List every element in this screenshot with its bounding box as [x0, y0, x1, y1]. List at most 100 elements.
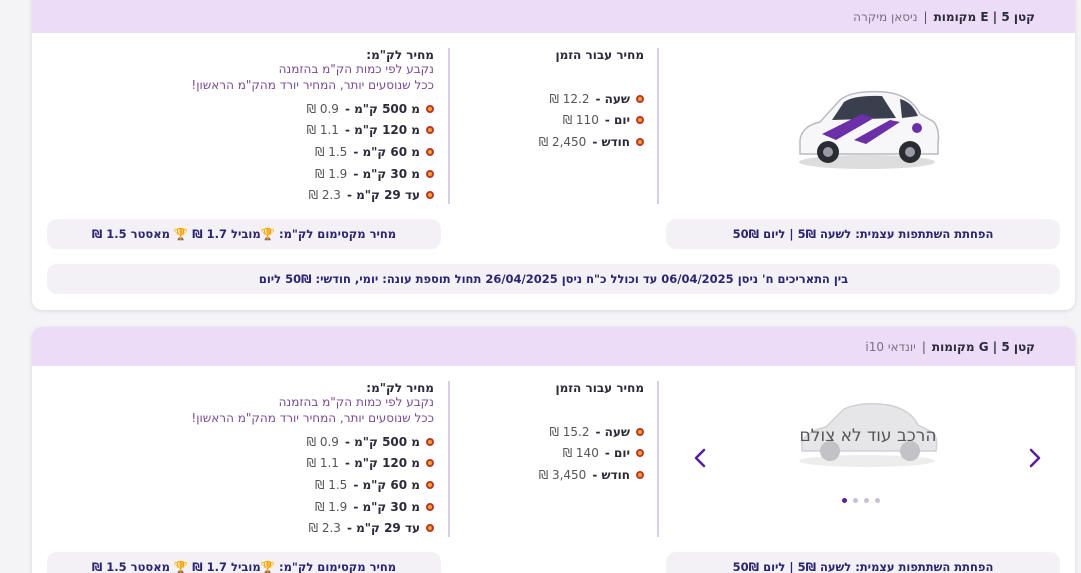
divider [657, 381, 659, 537]
bullet-icon [426, 126, 434, 135]
price-label: עד 29 ק"מ - [346, 521, 420, 536]
km-price-section: מחיר לק"מ: נקבע לפי כמות הק"מ בהזמנה ככל… [46, 48, 434, 206]
price-label: חודש - [592, 134, 630, 149]
bullet-icon [426, 147, 434, 156]
price-label: מ 120 ק"מ - [344, 123, 420, 138]
time-price-title: מחיר עבור הזמן [555, 381, 644, 395]
header-separator: | [923, 9, 928, 24]
bullet-icon [636, 116, 644, 125]
car-card-2: קטן 5 | G מקומות | יונדאי i10 הרכב עוד ל… [32, 327, 1075, 573]
km-price-row: מ 120 ק"מ - 1.1 ₪ [46, 453, 434, 475]
discount-pill: הפחתת השתתפות עצמית: לשעה 5₪ | ליום 50₪ [666, 552, 1060, 573]
price-value: 1.9 ₪ [314, 166, 348, 181]
price-value: 1.5 ₪ [314, 144, 348, 159]
price-value: 140 ₪ [562, 446, 599, 461]
car-model: יונדאי i10 [865, 339, 916, 354]
bullet-icon [426, 104, 434, 113]
time-price-month: חודש - 3,450 ₪ [452, 464, 644, 486]
price-label: מ 500 ק"מ - [344, 101, 420, 116]
price-value: 1.5 ₪ [314, 477, 348, 492]
car-model: ניסאן מיקרה [853, 9, 918, 24]
price-value: 0.9 ₪ [306, 101, 339, 116]
km-price-list: מ 500 ק"מ - 0.9 ₪ מ 120 ק"מ - 1.1 ₪ מ 60 ק… [46, 431, 434, 539]
time-price-title: מחיר עבור הזמן [555, 48, 644, 62]
price-label: עד 29 ק"מ - [346, 188, 420, 203]
chevron-left-icon[interactable] [690, 444, 710, 472]
km-price-desc: נקבע לפי כמות הק"מ בהזמנה [278, 62, 434, 76]
time-price-hour: שעה - 12.2 ₪ [452, 88, 644, 110]
km-price-row: מ 500 ק"מ - 0.9 ₪ [46, 431, 434, 453]
bullet-icon [636, 470, 644, 479]
image-unavailable-text: הרכב עוד לא צולם [799, 426, 937, 446]
km-price-desc: נקבע לפי כמות הק"מ בהזמנה [278, 395, 434, 409]
bullet-icon [636, 94, 644, 103]
km-price-row: עד 29 ק"מ - 2.3 ₪ [46, 517, 434, 539]
price-value: 2.3 ₪ [308, 188, 341, 203]
price-label: מ 60 ק"מ - [353, 144, 420, 159]
km-price-row: עד 29 ק"מ - 2.3 ₪ [46, 184, 434, 206]
km-price-row: מ 500 ק"מ - 0.9 ₪ [46, 98, 434, 120]
time-price-day: יום - 110 ₪ [452, 110, 644, 132]
carousel-dot[interactable] [864, 498, 869, 503]
bullet-icon [426, 502, 434, 511]
price-value: 0.9 ₪ [306, 434, 339, 449]
km-price-section: מחיר לק"מ: נקבע לפי כמות הק"מ בהזמנה ככל… [46, 381, 434, 539]
divider [657, 48, 659, 204]
price-value: 1.1 ₪ [306, 456, 339, 471]
price-value: 2,450 ₪ [538, 134, 587, 149]
price-value: 3,450 ₪ [538, 467, 587, 482]
time-price-day: יום - 140 ₪ [452, 443, 644, 465]
season-notice-pill: בין התאריכים ח' ניסן 06/04/2025 עד וכולל… [47, 264, 1060, 294]
card-body: הרכב עוד לא צולם מחיר עבור הזמן שעה - 15… [32, 366, 1075, 546]
price-label: מ 500 ק"מ - [344, 434, 420, 449]
car-class-title: קטן 5 | E מקומות [933, 9, 1035, 24]
km-price-desc: ככל שנוסעים יותר, המחיר יורד מהק"מ הראשו… [191, 410, 434, 425]
car-photo [799, 90, 940, 169]
carousel-dot[interactable] [853, 498, 858, 503]
price-value: 1.1 ₪ [306, 123, 339, 138]
price-label: מ 30 ק"מ - [353, 499, 420, 514]
km-price-desc: ככל שנוסעים יותר, המחיר יורד מהק"מ הראשו… [191, 77, 434, 92]
carousel-dot[interactable] [842, 498, 847, 503]
km-price-row: מ 60 ק"מ - 1.5 ₪ [46, 141, 434, 163]
bullet-icon [426, 524, 434, 533]
time-price-hour: שעה - 15.2 ₪ [452, 421, 644, 443]
km-price-list: מ 500 ק"מ - 0.9 ₪ מ 120 ק"מ - 1.1 ₪ מ 60 ק… [46, 98, 434, 206]
price-label: שעה - [595, 424, 631, 439]
price-value: 1.9 ₪ [314, 499, 348, 514]
price-label: יום - [604, 113, 630, 128]
km-price-title: מחיר לק"מ: [366, 381, 434, 395]
max-price-pill: מחיר מקסימום לק"מ: 🏆מוביל 1.7 ₪ 🏆 מאסטר … [47, 219, 441, 249]
carousel-dots [842, 498, 880, 503]
car-image-area [658, 33, 1075, 213]
car-image-carousel: הרכב עוד לא צולם [658, 366, 1075, 546]
price-value: 15.2 ₪ [549, 424, 590, 439]
price-value: 2.3 ₪ [308, 521, 341, 536]
price-label: מ 30 ק"מ - [353, 166, 420, 181]
max-price-pill: מחיר מקסימום לק"מ: 🏆מוביל 1.7 ₪ 🏆 מאסטר … [47, 552, 441, 573]
card-header: קטן 5 | G מקומות | יונדאי i10 [32, 327, 1075, 366]
price-label: חודש - [592, 467, 630, 482]
card-header: קטן 5 | E מקומות | ניסאן מיקרה [32, 0, 1075, 33]
price-value: 12.2 ₪ [549, 91, 590, 106]
bullet-icon [426, 437, 434, 446]
bullet-icon [636, 427, 644, 436]
price-value: 110 ₪ [562, 113, 599, 128]
km-price-row: מ 60 ק"מ - 1.5 ₪ [46, 474, 434, 496]
divider [448, 48, 450, 204]
divider [448, 381, 450, 537]
bullet-icon [426, 480, 434, 489]
price-label: שעה - [595, 91, 631, 106]
price-label: יום - [604, 446, 630, 461]
car-class-title: קטן 5 | G מקומות [931, 339, 1035, 354]
carousel-dot[interactable] [875, 498, 880, 503]
km-price-row: מ 120 ק"מ - 1.1 ₪ [46, 120, 434, 142]
time-price-section: מחיר עבור הזמן שעה - 12.2 ₪ יום - 110 ₪ … [452, 48, 644, 153]
price-label: מ 60 ק"מ - [353, 477, 420, 492]
km-price-row: מ 30 ק"מ - 1.9 ₪ [46, 163, 434, 185]
chevron-right-icon[interactable] [1025, 444, 1045, 472]
bullet-icon [636, 137, 644, 146]
car-card-1: קטן 5 | E מקומות | ניסאן מיקרה מחיר עבור… [32, 0, 1075, 310]
bullet-icon [636, 449, 644, 458]
header-separator: | [921, 339, 926, 354]
